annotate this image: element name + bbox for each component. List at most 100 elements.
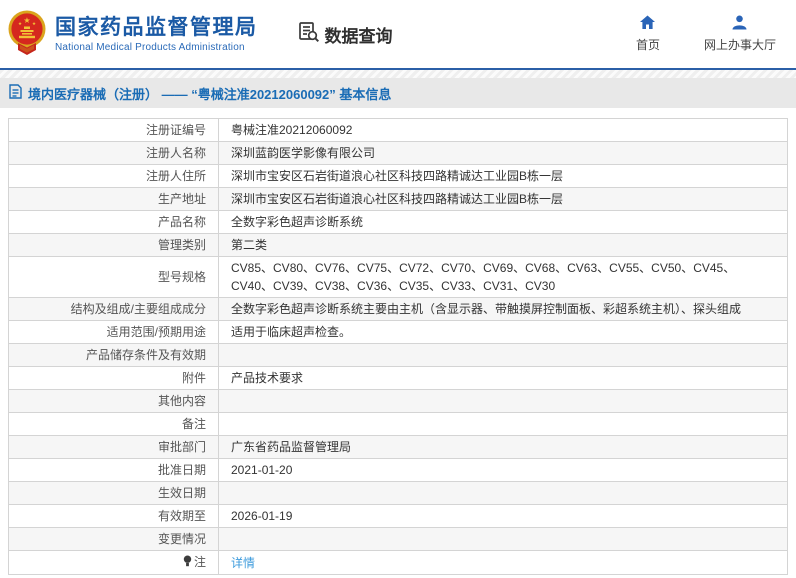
nav-item-home[interactable]: 首页 xyxy=(636,15,660,53)
row-label-text: 结构及组成/主要组成成分 xyxy=(70,302,206,316)
site-header: ★ ★ ★ 国家药品监督管理局 National Medical Product… xyxy=(0,0,796,68)
table-row: 注 详情 xyxy=(8,550,788,575)
row-value: 2026-01-19 xyxy=(218,504,788,528)
row-label-text: 产品名称 xyxy=(157,215,206,229)
data-query-section[interactable]: 数据查询 xyxy=(298,21,393,48)
row-value xyxy=(218,343,788,367)
row-value: 详情 xyxy=(218,550,788,575)
row-value: 深圳市宝安区石岩街道浪心社区科技四路精诚达工业园B栋一层 xyxy=(218,164,788,188)
org-name-cn: 国家药品监督管理局 xyxy=(55,15,258,39)
svg-text:★: ★ xyxy=(23,16,30,25)
row-label-text: 生产地址 xyxy=(157,192,206,206)
table-row: 产品储存条件及有效期 xyxy=(8,343,788,367)
row-label-text: 注 xyxy=(193,555,206,569)
table-row: 产品名称 全数字彩色超声诊断系统 xyxy=(8,210,788,234)
row-value: 产品技术要求 xyxy=(218,366,788,390)
row-label: 注册人名称 xyxy=(8,141,219,165)
row-value xyxy=(218,389,788,413)
row-label-text: 生效日期 xyxy=(157,486,206,500)
row-label: 附件 xyxy=(8,366,219,390)
table-row: 型号规格 CV85、CV80、CV76、CV75、CV72、CV70、CV69、C… xyxy=(8,256,788,298)
row-label: 管理类别 xyxy=(8,233,219,257)
row-value: CV85、CV80、CV76、CV75、CV72、CV70、CV69、CV68、… xyxy=(218,256,788,298)
row-label-text: 注册证编号 xyxy=(145,123,206,137)
table-row: 备注 xyxy=(8,412,788,436)
row-label: 批准日期 xyxy=(8,458,219,482)
row-label: 变更情况 xyxy=(8,527,219,551)
svg-text:★: ★ xyxy=(18,21,22,26)
row-label: 注 xyxy=(8,550,219,575)
row-label-text: 批准日期 xyxy=(157,463,206,477)
home-icon xyxy=(639,15,656,33)
nav-item-label: 首页 xyxy=(635,38,660,52)
row-label-text: 注册人住所 xyxy=(145,169,206,183)
row-label: 产品储存条件及有效期 xyxy=(8,343,219,367)
nav-item-service-hall[interactable]: 网上办事大厅 xyxy=(704,15,776,53)
note-icon xyxy=(183,554,192,572)
row-label: 生效日期 xyxy=(8,481,219,505)
row-label: 注册人住所 xyxy=(8,164,219,188)
row-label-text: 注册人名称 xyxy=(145,146,206,160)
table-row: 结构及组成/主要组成成分 全数字彩色超声诊断系统主要由主机（含显示器、带触摸屏控制… xyxy=(8,297,788,321)
table-row: 有效期至 2026-01-19 xyxy=(8,504,788,528)
table-row: 注册人名称 深圳蓝韵医学影像有限公司 xyxy=(8,141,788,165)
org-name-en: National Medical Products Administration xyxy=(55,41,245,53)
row-label: 审批部门 xyxy=(8,435,219,459)
row-label: 生产地址 xyxy=(8,187,219,211)
row-value: 深圳蓝韵医学影像有限公司 xyxy=(218,141,788,165)
row-label-text: 备注 xyxy=(181,417,206,431)
svg-text:★: ★ xyxy=(32,21,36,26)
info-table: 注册证编号 粤械注准20212060092 注册人名称 深圳蓝韵医学影像有限公司 注册人… xyxy=(8,118,788,575)
table-row: 其他内容 xyxy=(8,389,788,413)
table-row: 审批部门 广东省药品监督管理局 xyxy=(8,435,788,459)
row-value xyxy=(218,481,788,505)
row-label: 结构及组成/主要组成成分 xyxy=(8,297,219,321)
row-value xyxy=(218,527,788,551)
row-value: 全数字彩色超声诊断系统主要由主机（含显示器、带触摸屏控制面板、彩超系统主机）、探… xyxy=(218,297,788,321)
row-label: 适用范围/预期用途 xyxy=(8,320,219,344)
row-value: 粤械注准20212060092 xyxy=(218,118,788,142)
row-label: 有效期至 xyxy=(8,504,219,528)
table-row: 批准日期 2021-01-20 xyxy=(8,458,788,482)
table-row: 管理类别 第二类 xyxy=(8,233,788,257)
document-search-icon xyxy=(298,21,320,48)
data-query-label: 数据查询 xyxy=(324,26,393,46)
row-label-text: 审批部门 xyxy=(157,440,206,454)
row-label: 产品名称 xyxy=(8,210,219,234)
table-row: 注册证编号 粤械注准20212060092 xyxy=(8,118,788,142)
row-label: 注册证编号 xyxy=(8,118,219,142)
row-value xyxy=(218,412,788,436)
table-row: 适用范围/预期用途 适用于临床超声检查。 xyxy=(8,320,788,344)
row-label-text: 变更情况 xyxy=(157,532,206,546)
row-label: 型号规格 xyxy=(8,256,219,298)
table-row: 变更情况 xyxy=(8,527,788,551)
table-row: 附件 产品技术要求 xyxy=(8,366,788,390)
row-label-text: 有效期至 xyxy=(157,509,206,523)
main-content: 注册证编号 粤械注准20212060092 注册人名称 深圳蓝韵医学影像有限公司 注册人… xyxy=(0,108,796,575)
row-value: 广东省药品监督管理局 xyxy=(218,435,788,459)
breadcrumb: 境内医疗器械（注册） —— “粤械注准20212060092” 基本信息 xyxy=(0,78,796,108)
table-row: 生效日期 xyxy=(8,481,788,505)
breadcrumb-text: 境内医疗器械（注册） —— “粤械注准20212060092” 基本信息 xyxy=(28,86,392,102)
row-label: 备注 xyxy=(8,412,219,436)
row-value: 深圳市宝安区石岩街道浪心社区科技四路精诚达工业园B栋一层 xyxy=(218,187,788,211)
row-value: 第二类 xyxy=(218,233,788,257)
national-emblem-icon: ★ ★ ★ xyxy=(8,10,46,61)
row-label-text: 适用范围/预期用途 xyxy=(106,325,206,339)
org-title-block: 国家药品监督管理局 National Medical Products Admi… xyxy=(55,16,258,53)
row-label-text: 附件 xyxy=(181,371,206,385)
table-row: 注册人住所 深圳市宝安区石岩街道浪心社区科技四路精诚达工业园B栋一层 xyxy=(8,164,788,188)
table-row: 生产地址 深圳市宝安区石岩街道浪心社区科技四路精诚达工业园B栋一层 xyxy=(8,187,788,211)
row-label-text: 管理类别 xyxy=(157,238,206,252)
row-value: 全数字彩色超声诊断系统 xyxy=(218,210,788,234)
detail-link[interactable]: 详情 xyxy=(231,556,255,570)
document-icon xyxy=(9,84,22,102)
row-label-text: 型号规格 xyxy=(157,270,206,284)
hatch-strip xyxy=(0,70,796,78)
row-label-text: 产品储存条件及有效期 xyxy=(85,348,206,362)
row-value: 2021-01-20 xyxy=(218,458,788,482)
person-icon xyxy=(732,15,747,33)
nav-item-label: 网上办事大厅 xyxy=(703,38,776,52)
row-value: 适用于临床超声检查。 xyxy=(218,320,788,344)
row-label-text: 其他内容 xyxy=(157,394,206,408)
